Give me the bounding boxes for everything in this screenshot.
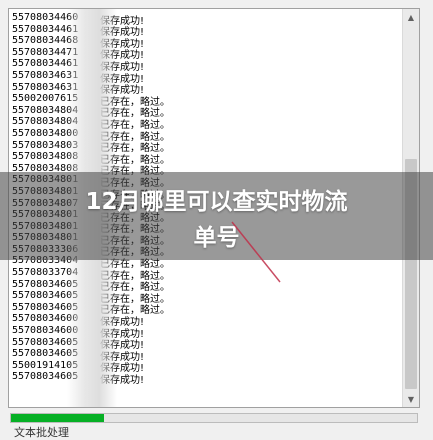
banner-title: 12月哪里可以查实时物流 单号 xyxy=(0,184,433,256)
status-text: 文本批处理 xyxy=(14,426,69,439)
progress-fill xyxy=(11,414,105,422)
app-window: 55708034460 保存成功! 55708034461 保存成功! 55708034… xyxy=(0,0,433,439)
scroll-down-icon[interactable]: ▼ xyxy=(403,391,419,407)
scroll-up-icon[interactable]: ▲ xyxy=(403,9,419,25)
banner-title-line-1: 12月哪里可以查实时物流 xyxy=(85,189,348,215)
progress-bar xyxy=(10,413,418,423)
banner-title-line-2: 单号 xyxy=(193,225,240,251)
